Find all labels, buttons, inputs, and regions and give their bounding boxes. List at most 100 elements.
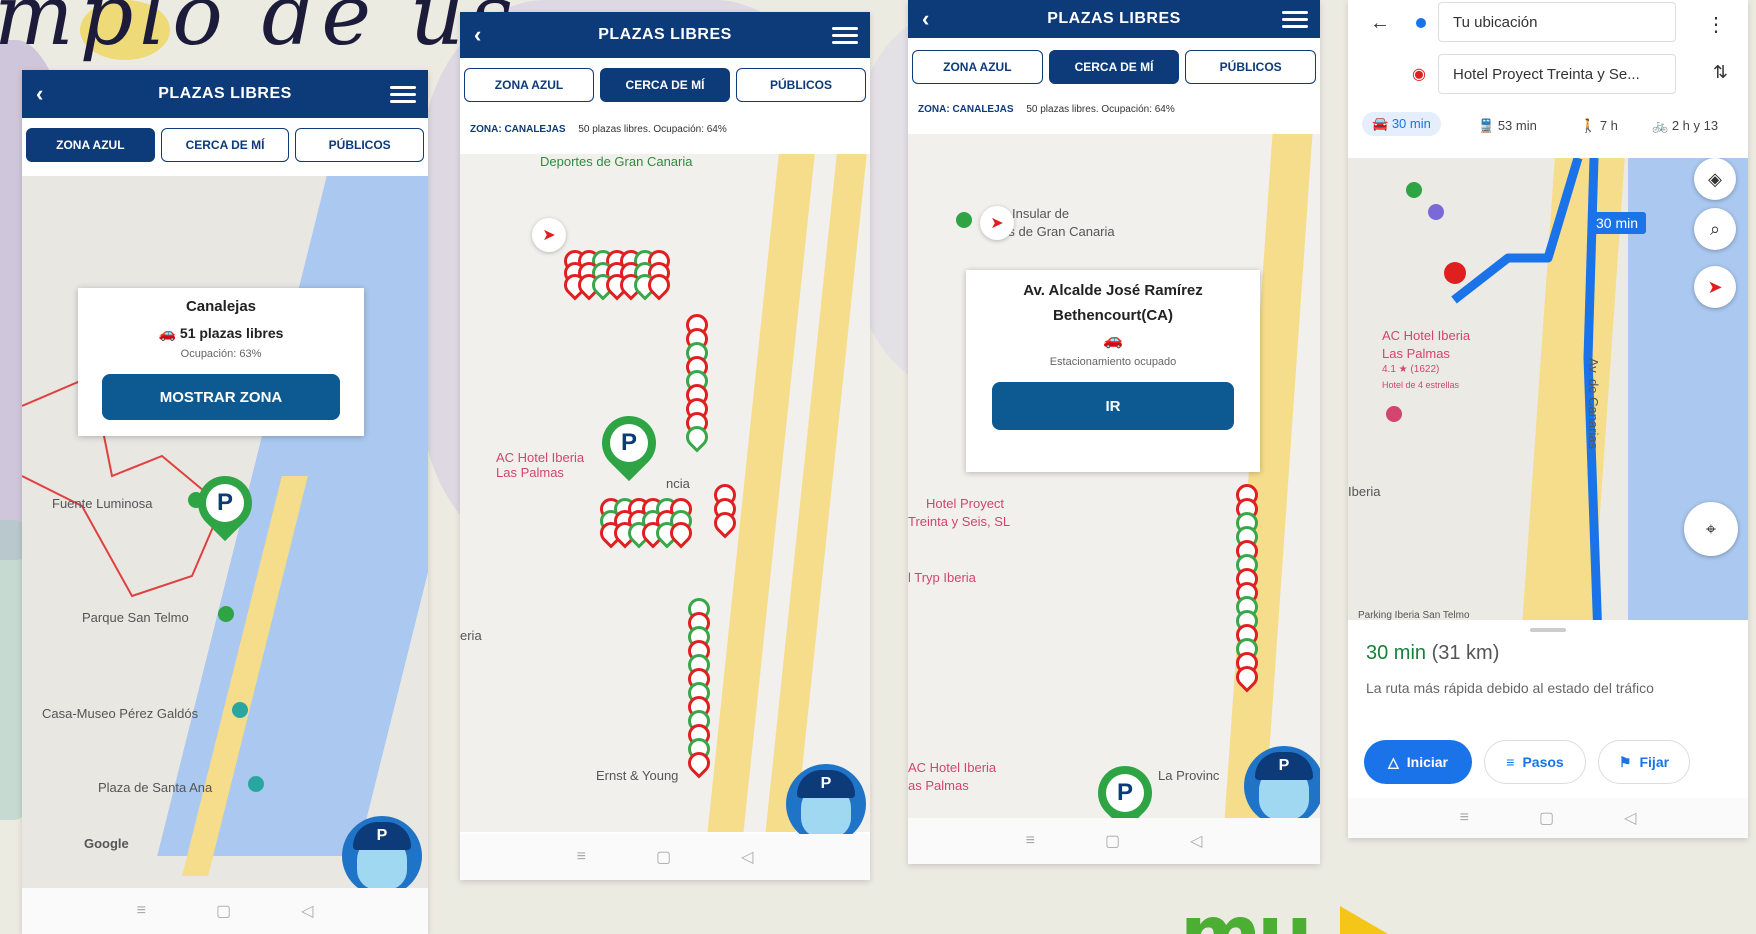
back-icon[interactable]: ◁	[1190, 831, 1202, 851]
tab-cerca-de-mi[interactable]: CERCA DE MÍ	[160, 128, 290, 162]
home-icon[interactable]: ▢	[1105, 831, 1120, 851]
popup-spot-status: Estacionamiento ocupado	[1049, 356, 1177, 368]
route-duration-badge: 30 min	[1588, 212, 1647, 234]
map-label: Fuente Luminosa	[52, 496, 153, 511]
show-zone-button[interactable]: MOSTRAR ZONA	[102, 374, 340, 420]
phone-screen-cerca-de-mi: ‹ PLAZAS LIBRES ZONA AZUL CERCA DE MÍ PÚ…	[460, 12, 870, 880]
destination-pin-icon: ◉	[1412, 66, 1426, 83]
parking-icon: P	[1106, 774, 1144, 812]
app-title: PLAZAS LIBRES	[598, 26, 732, 43]
mascot-assistant-button[interactable]: P	[1244, 746, 1320, 826]
zone-status: 50 plazas libres. Ocupación: 64%	[1026, 104, 1175, 115]
chevron-left-icon[interactable]: ‹	[922, 6, 930, 32]
parking-icon: P	[1255, 752, 1313, 780]
pin-button[interactable]: ⚑ Fijar	[1598, 740, 1690, 784]
search-icon[interactable]: ⌕	[1694, 208, 1736, 250]
route-duration: 30 min	[1366, 642, 1427, 664]
avenue-road	[1223, 134, 1313, 818]
compass-icon[interactable]: ➤	[980, 206, 1014, 240]
poi-marker	[1386, 406, 1402, 422]
arrow-back-icon[interactable]: ←	[1370, 12, 1390, 35]
map-label: Iberia	[1348, 484, 1381, 499]
poi-marker	[218, 606, 234, 622]
route-summary-sheet: 30 min (31 km) La ruta más rápida debido…	[1348, 620, 1748, 838]
mode-walk[interactable]: 🚶 7 h	[1580, 118, 1618, 134]
tab-publicos[interactable]: PÚBLICOS	[736, 68, 866, 102]
back-icon[interactable]: ◁	[301, 901, 313, 921]
back-icon[interactable]: ◁	[741, 847, 753, 867]
recent-apps-icon[interactable]: ≡	[1026, 832, 1035, 850]
mode-car[interactable]: 🚘 30 min	[1362, 112, 1441, 136]
tab-publicos[interactable]: PÚBLICOS	[1185, 50, 1317, 84]
mascot-assistant-button[interactable]: P	[342, 816, 422, 896]
map-label: Hotel Proyect	[926, 496, 1005, 511]
chevron-left-icon[interactable]: ‹	[474, 22, 482, 48]
parking-pin[interactable]: P	[1086, 754, 1164, 818]
app-bar: ‹ PLAZAS LIBRES	[22, 70, 428, 118]
transit-icon: 🚆	[1478, 118, 1495, 133]
home-icon[interactable]: ▢	[656, 847, 671, 867]
origin-dot-icon	[1416, 18, 1426, 28]
compass-icon[interactable]: ➤	[532, 218, 566, 252]
destination-input[interactable]: Hotel Proyect Treinta y Se...	[1438, 54, 1676, 94]
mascot-assistant-button[interactable]: P	[786, 764, 866, 844]
tab-bar: ZONA AZUL CERCA DE MÍ PÚBLICOS	[22, 128, 428, 162]
tab-cerca-de-mi[interactable]: CERCA DE MÍ	[1048, 50, 1180, 84]
map-label: La Provinc	[1158, 768, 1220, 783]
mode-bike[interactable]: 🚲 2 h y 13	[1652, 118, 1718, 134]
destination-marker	[1444, 262, 1466, 284]
mode-transit[interactable]: 🚆 53 min	[1478, 118, 1537, 134]
start-button[interactable]: △ Iniciar	[1364, 740, 1472, 784]
map-label: Las Palmas	[1382, 346, 1450, 361]
route-summary: 30 min (31 km)	[1366, 642, 1499, 665]
recent-apps-icon[interactable]: ≡	[1460, 809, 1469, 827]
back-icon[interactable]: ◁	[1624, 808, 1636, 828]
poi-marker	[1428, 204, 1444, 220]
recent-apps-icon[interactable]: ≡	[577, 848, 586, 866]
tab-cerca-de-mi[interactable]: CERCA DE MÍ	[600, 68, 730, 102]
map-view[interactable]: Deportes de Gran Canaria AC Hotel Iberia…	[460, 154, 870, 832]
more-options-icon[interactable]: ⋮	[1706, 12, 1726, 37]
poi-marker	[956, 212, 972, 228]
menu-icon[interactable]	[1282, 7, 1308, 32]
my-location-icon[interactable]: ⌖	[1684, 502, 1738, 556]
popup-street-title: Av. Alcalde José Ramírez	[1023, 282, 1203, 299]
map-view[interactable]: Canalejas 🚗 51 plazas libres Ocupación: …	[22, 176, 428, 888]
popup-occupancy: Ocupación: 63%	[180, 348, 262, 360]
app-bar: ‹ PLAZAS LIBRES	[460, 12, 870, 58]
chevron-left-icon[interactable]: ‹	[36, 81, 44, 107]
home-icon[interactable]: ▢	[1539, 808, 1554, 828]
tab-zona-azul[interactable]: ZONA AZUL	[26, 128, 155, 162]
brand-logo-arrow	[1340, 906, 1388, 934]
route-distance: (31 km)	[1431, 642, 1500, 664]
zone-popup: Canalejas 🚗 51 plazas libres Ocupación: …	[78, 288, 364, 436]
tab-publicos[interactable]: PÚBLICOS	[295, 128, 425, 162]
map-view[interactable]: ntro Insular de ortes de Gran Canaria Ho…	[908, 134, 1320, 818]
compass-icon[interactable]: ➤	[1694, 266, 1736, 308]
go-button[interactable]: IR	[992, 382, 1234, 430]
recent-apps-icon[interactable]: ≡	[137, 902, 146, 920]
navigation-arrow-icon: △	[1387, 753, 1399, 770]
steps-button[interactable]: ≡ Pasos	[1484, 740, 1586, 784]
system-nav-bar: ≡ ▢ ◁	[908, 818, 1320, 864]
tab-zona-azul[interactable]: ZONA AZUL	[912, 50, 1043, 84]
swap-icon[interactable]: ⇅	[1713, 62, 1728, 83]
phone-screen-spot-detail: ‹ PLAZAS LIBRES ZONA AZUL CERCA DE MÍ PÚ…	[908, 0, 1320, 864]
brand-logo: mu	[1180, 896, 1313, 934]
map-label: ncia	[666, 476, 690, 491]
zone-info: ZONA: CANALEJAS 50 plazas libres. Ocupac…	[470, 124, 727, 135]
popup-street-title-2: Bethencourt(CA)	[1053, 307, 1173, 324]
route-description: La ruta más rápida debido al estado del …	[1366, 680, 1654, 696]
sheet-handle[interactable]	[1530, 628, 1566, 632]
origin-input[interactable]: Tu ubicación	[1438, 2, 1676, 42]
layers-icon[interactable]: ◈	[1694, 158, 1736, 200]
home-icon[interactable]: ▢	[216, 901, 231, 921]
map-label: l Tryp Iberia	[908, 570, 976, 585]
map-label: AC Hotel Iberia Las Palmas	[496, 450, 585, 480]
route-map-view[interactable]: 30 min AC Hotel Iberia Las Palmas 4.1 ★ …	[1348, 158, 1748, 620]
menu-icon[interactable]	[390, 82, 416, 107]
menu-icon[interactable]	[832, 23, 858, 48]
map-label: eria	[460, 628, 482, 643]
tab-zona-azul[interactable]: ZONA AZUL	[464, 68, 594, 102]
poi-marker	[188, 492, 204, 508]
